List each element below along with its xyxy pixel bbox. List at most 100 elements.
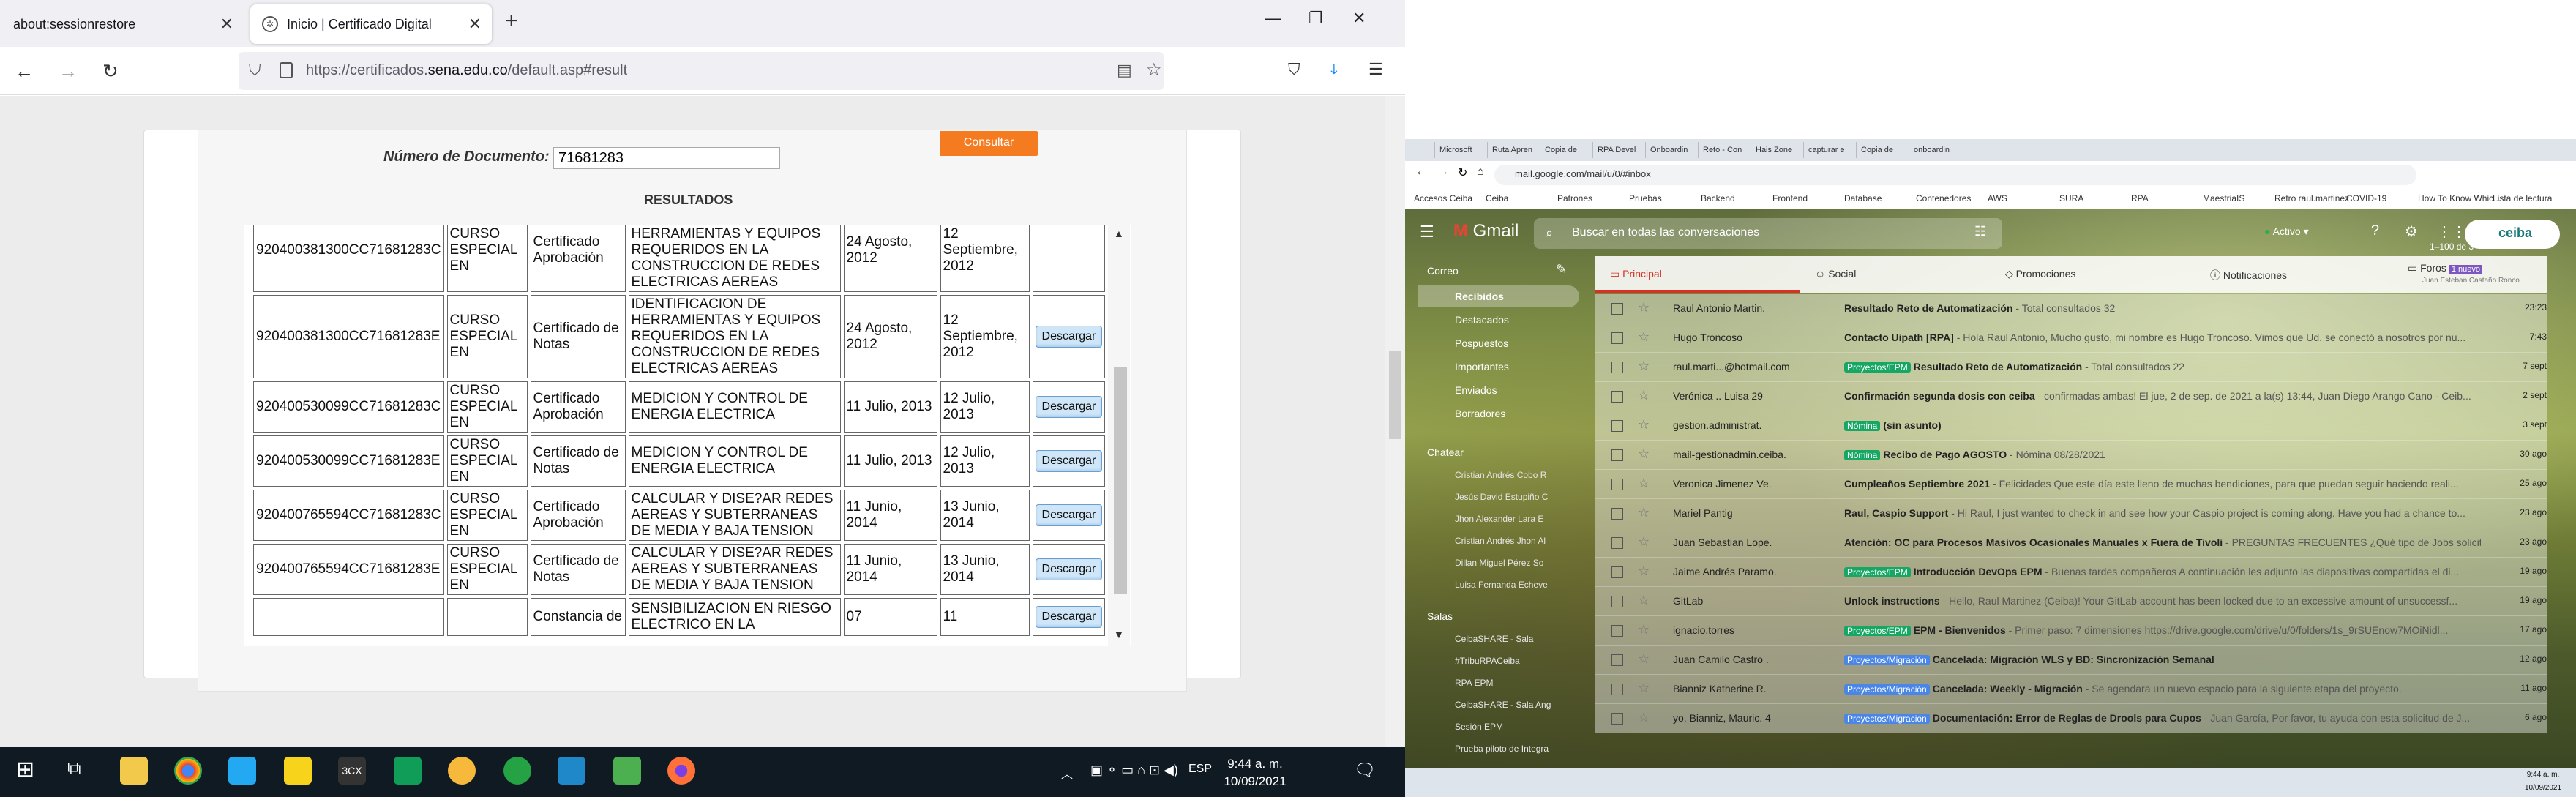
help-icon[interactable]: ? [2371, 222, 2379, 239]
select-checkbox[interactable] [1611, 625, 1623, 637]
browser-tab[interactable]: Ruta Apren [1487, 142, 1538, 158]
language-indicator[interactable]: ESP [1188, 763, 1212, 776]
table-scrollbar[interactable]: ▲ ▼ [1108, 225, 1130, 646]
select-checkbox[interactable] [1611, 420, 1623, 432]
star-icon[interactable]: ☆ [1638, 710, 1650, 725]
select-checkbox[interactable] [1611, 508, 1623, 520]
sidebar-item-destacados[interactable]: Destacados [1418, 309, 1579, 331]
browser-tab[interactable]: capturar e [1803, 142, 1854, 158]
select-checkbox[interactable] [1611, 654, 1623, 666]
email-row[interactable]: ☆ Jaime Andrés Paramo. Proyectos/EPM Introd… [1595, 558, 2547, 587]
gmail-logo[interactable]: M Gmail [1453, 221, 1519, 242]
select-checkbox[interactable] [1611, 332, 1623, 344]
email-row[interactable]: ☆ gestion.administrat. Nómina (sin asunto) 3… [1595, 411, 2547, 441]
bookmark-item[interactable]: How To Know Whic... [2418, 193, 2501, 203]
select-checkbox[interactable] [1611, 449, 1623, 461]
email-label[interactable]: Proyectos/EPM [1844, 626, 1911, 636]
close-tab-icon[interactable]: ✕ [220, 15, 233, 34]
chat-contact[interactable]: Luisa Fernanda Echeve [1418, 574, 1579, 596]
download-icon[interactable]: ⤓ [1330, 60, 1338, 79]
bookmark-item[interactable]: AWS [1988, 193, 2007, 203]
email-label[interactable]: Proyectos/Migración [1844, 655, 1930, 665]
chat-contact[interactable]: Jesús David Estupiño C [1418, 486, 1579, 508]
chat-contact[interactable]: Cristian Andrés Jhon Al [1418, 530, 1579, 552]
descargar-button[interactable]: Descargar [1035, 450, 1103, 472]
browser-tab[interactable]: onboardin [1909, 142, 1960, 158]
reader-view-icon[interactable]: ▤ [1117, 61, 1132, 80]
email-row[interactable]: ☆ Juan Camilo Castro . Proyectos/Migración… [1595, 646, 2547, 675]
chat-contact[interactable]: Jhon Alexander Lara E [1418, 508, 1579, 530]
star-icon[interactable]: ☆ [1638, 476, 1650, 491]
back-icon[interactable]: ← [15, 60, 34, 83]
email-row[interactable]: ☆ Bianniz Katherine R. Proyectos/Migración… [1595, 675, 2547, 704]
consultar-button[interactable]: Consultar [940, 131, 1038, 156]
star-icon[interactable]: ☆ [1638, 417, 1650, 433]
tray-icons[interactable]: ▣ ⚬ ▭ ⌂ ⊡ ◀) [1090, 763, 1178, 778]
clock[interactable]: 9:44 a. m. 10/09/2021 [1215, 755, 1295, 790]
tab-social[interactable]: ☺ Social [1815, 268, 1856, 280]
file-explorer-icon[interactable] [120, 757, 148, 785]
bookmark-item[interactable]: RPA [2131, 193, 2149, 203]
browser-tab[interactable]: Onboardin [1645, 142, 1696, 158]
descargar-button[interactable]: Descargar [1035, 326, 1103, 348]
main-menu-icon[interactable]: ☰ [1420, 222, 1434, 242]
lock-icon[interactable] [280, 62, 293, 78]
chat-contact[interactable]: Dillan Miguel Pérez So [1418, 552, 1579, 574]
descargar-button[interactable]: Descargar [1035, 504, 1103, 526]
star-icon[interactable]: ☆ [1638, 681, 1650, 696]
email-row[interactable]: ☆ Raul Antonio Martin. Resultado Reto de A… [1595, 294, 2547, 323]
search-input[interactable]: Buscar en todas las conversaciones [1534, 218, 2002, 249]
compose-pencil-icon[interactable]: ✎ [1556, 262, 1567, 277]
browser-tab[interactable]: RPA Devel [1592, 142, 1644, 158]
scroll-up-icon[interactable]: ▲ [1114, 228, 1124, 239]
app-icon[interactable] [448, 757, 476, 785]
star-icon[interactable]: ☆ [1638, 359, 1650, 374]
url-text[interactable]: https://certificados.sena.edu.co/default… [306, 62, 627, 79]
email-row[interactable]: ☆ Juan Sebastian Lope. Atención: OC para P… [1595, 528, 2547, 558]
email-label[interactable]: Proyectos/EPM [1844, 362, 1911, 373]
back-icon[interactable]: ← [1415, 165, 1427, 179]
tab-promociones[interactable]: ◇ Promociones [2005, 268, 2075, 280]
account-badge[interactable]: ceiba [2465, 220, 2560, 249]
browser-tab[interactable]: Reto - Con [1698, 142, 1749, 158]
settings-gear-icon[interactable]: ⚙ [2405, 222, 2418, 241]
bookmark-star-icon[interactable]: ☆ [1146, 59, 1162, 81]
bookmark-item[interactable]: Lista de lectura [2493, 193, 2552, 203]
new-tab-icon[interactable]: + [505, 9, 518, 34]
google-chat-icon[interactable] [394, 757, 422, 785]
select-checkbox[interactable] [1611, 684, 1623, 695]
chat-room[interactable]: Prueba piloto de Integra [1418, 738, 1579, 760]
address-bar[interactable]: ⛉ https://certificados.sena.edu.co/defau… [239, 52, 1164, 90]
bookmark-item[interactable]: Ceiba [1486, 193, 1508, 203]
star-icon[interactable]: ☆ [1638, 505, 1650, 520]
search-options-icon[interactable]: ☷ [1974, 224, 1986, 239]
pocket-icon[interactable]: ⛉ [1288, 60, 1300, 79]
bookmark-item[interactable]: Pruebas [1629, 193, 1662, 203]
star-icon[interactable]: ☆ [1638, 651, 1650, 667]
star-icon[interactable]: ☆ [1638, 446, 1650, 462]
app-s-icon[interactable] [558, 757, 585, 785]
bookmark-item[interactable]: Database [1844, 193, 1882, 203]
bookmark-item[interactable]: Patrones [1557, 193, 1592, 203]
browser-tab[interactable]: Copia de [1856, 142, 1907, 158]
email-label[interactable]: Proyectos/Migración [1844, 684, 1930, 695]
star-icon[interactable]: ☆ [1638, 534, 1650, 550]
status-dropdown[interactable]: ● Activo ▾ [2264, 225, 2309, 238]
bookmark-item[interactable]: Contenedores [1916, 193, 1971, 203]
chat-room[interactable]: #TribuRPACeiba [1418, 650, 1579, 672]
chrome-taskbar-clock[interactable]: 9:44 a. m. 10/09/2021 [2525, 768, 2561, 795]
firefox-icon[interactable] [667, 757, 695, 785]
descargar-button[interactable]: Descargar [1035, 606, 1103, 628]
bookmark-item[interactable]: MaestriaIS [2203, 193, 2244, 203]
sidebar-item-recibidos[interactable]: Recibidos [1418, 285, 1579, 307]
email-row[interactable]: ☆ Veronica Jimenez Ve. Cumpleaños Septiemb… [1595, 470, 2547, 499]
select-checkbox[interactable] [1611, 566, 1623, 578]
email-label[interactable]: Nómina [1844, 450, 1881, 460]
restore-icon[interactable]: ❐ [1308, 9, 1323, 28]
chat-room[interactable]: Sesión EPM [1418, 716, 1579, 738]
email-label[interactable]: Nómina [1844, 421, 1881, 431]
select-checkbox[interactable] [1611, 303, 1623, 315]
chat-room[interactable]: RPA EPM [1418, 672, 1579, 694]
star-icon[interactable]: ☆ [1638, 329, 1650, 345]
chat-room[interactable]: CeibaSHARE - Sala Ang [1418, 694, 1579, 716]
